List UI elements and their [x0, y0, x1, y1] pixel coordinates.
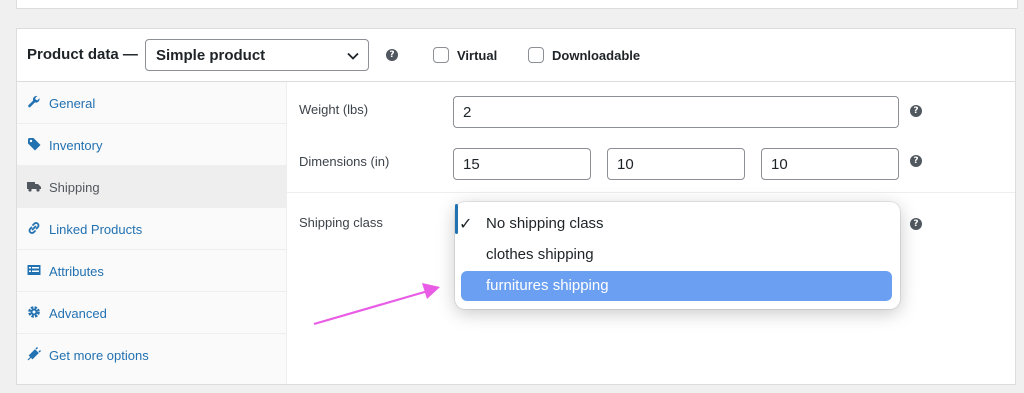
annotation-arrow-icon	[313, 283, 440, 326]
